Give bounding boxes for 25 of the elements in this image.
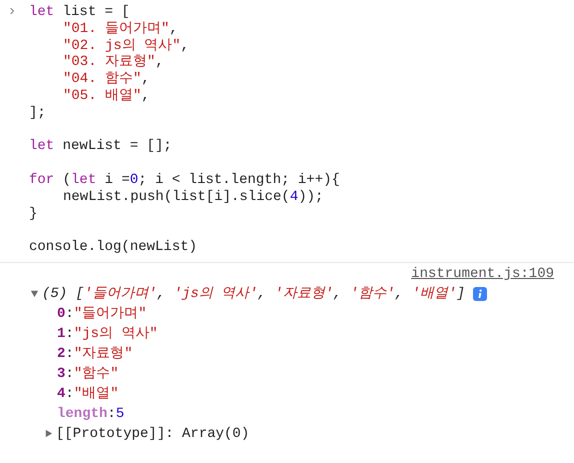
expand-triangle-icon[interactable] [44, 429, 53, 438]
code-line: } [29, 206, 38, 222]
code-line: ]; [29, 104, 47, 122]
property-line: 3:"함수" [56, 364, 120, 384]
code-line: "03. 자료형", [62, 54, 165, 72]
code-line: "05. 배열", [62, 88, 151, 105]
code-line: for (let i =0; i < list.length; i++){ [29, 172, 340, 189]
code-line: newList.push(list[i].slice(4)); [62, 188, 324, 206]
code-line: console.log(newList) [29, 239, 198, 256]
prompt-icon: › [2, 4, 22, 21]
code-line: let newList = []; [29, 138, 173, 156]
property-line: length:5 [56, 404, 126, 424]
property-line: 0:"들어가며" [56, 304, 148, 324]
property-line: 1:"js의 역사" [56, 324, 159, 344]
code-line: "04. 함수", [62, 71, 151, 88]
code-line: "01. 들어가며", [62, 20, 179, 38]
code-line: "02. js의 역사", [62, 38, 190, 54]
source-link[interactable]: instrument.js:109 [411, 264, 554, 284]
info-icon[interactable] [472, 286, 487, 301]
prototype-line[interactable]: [[Prototype]]: Array(0) [56, 424, 250, 444]
collapse-triangle-icon[interactable] [30, 289, 39, 298]
property-line: 2:"자료형" [56, 344, 134, 364]
property-line: 4:"배열" [56, 384, 120, 404]
code-line: let list = [ [29, 4, 131, 21]
array-preview[interactable]: (5) ['들어가며', 'js의 역사', '자료형', '함수', '배열'] [42, 284, 465, 304]
